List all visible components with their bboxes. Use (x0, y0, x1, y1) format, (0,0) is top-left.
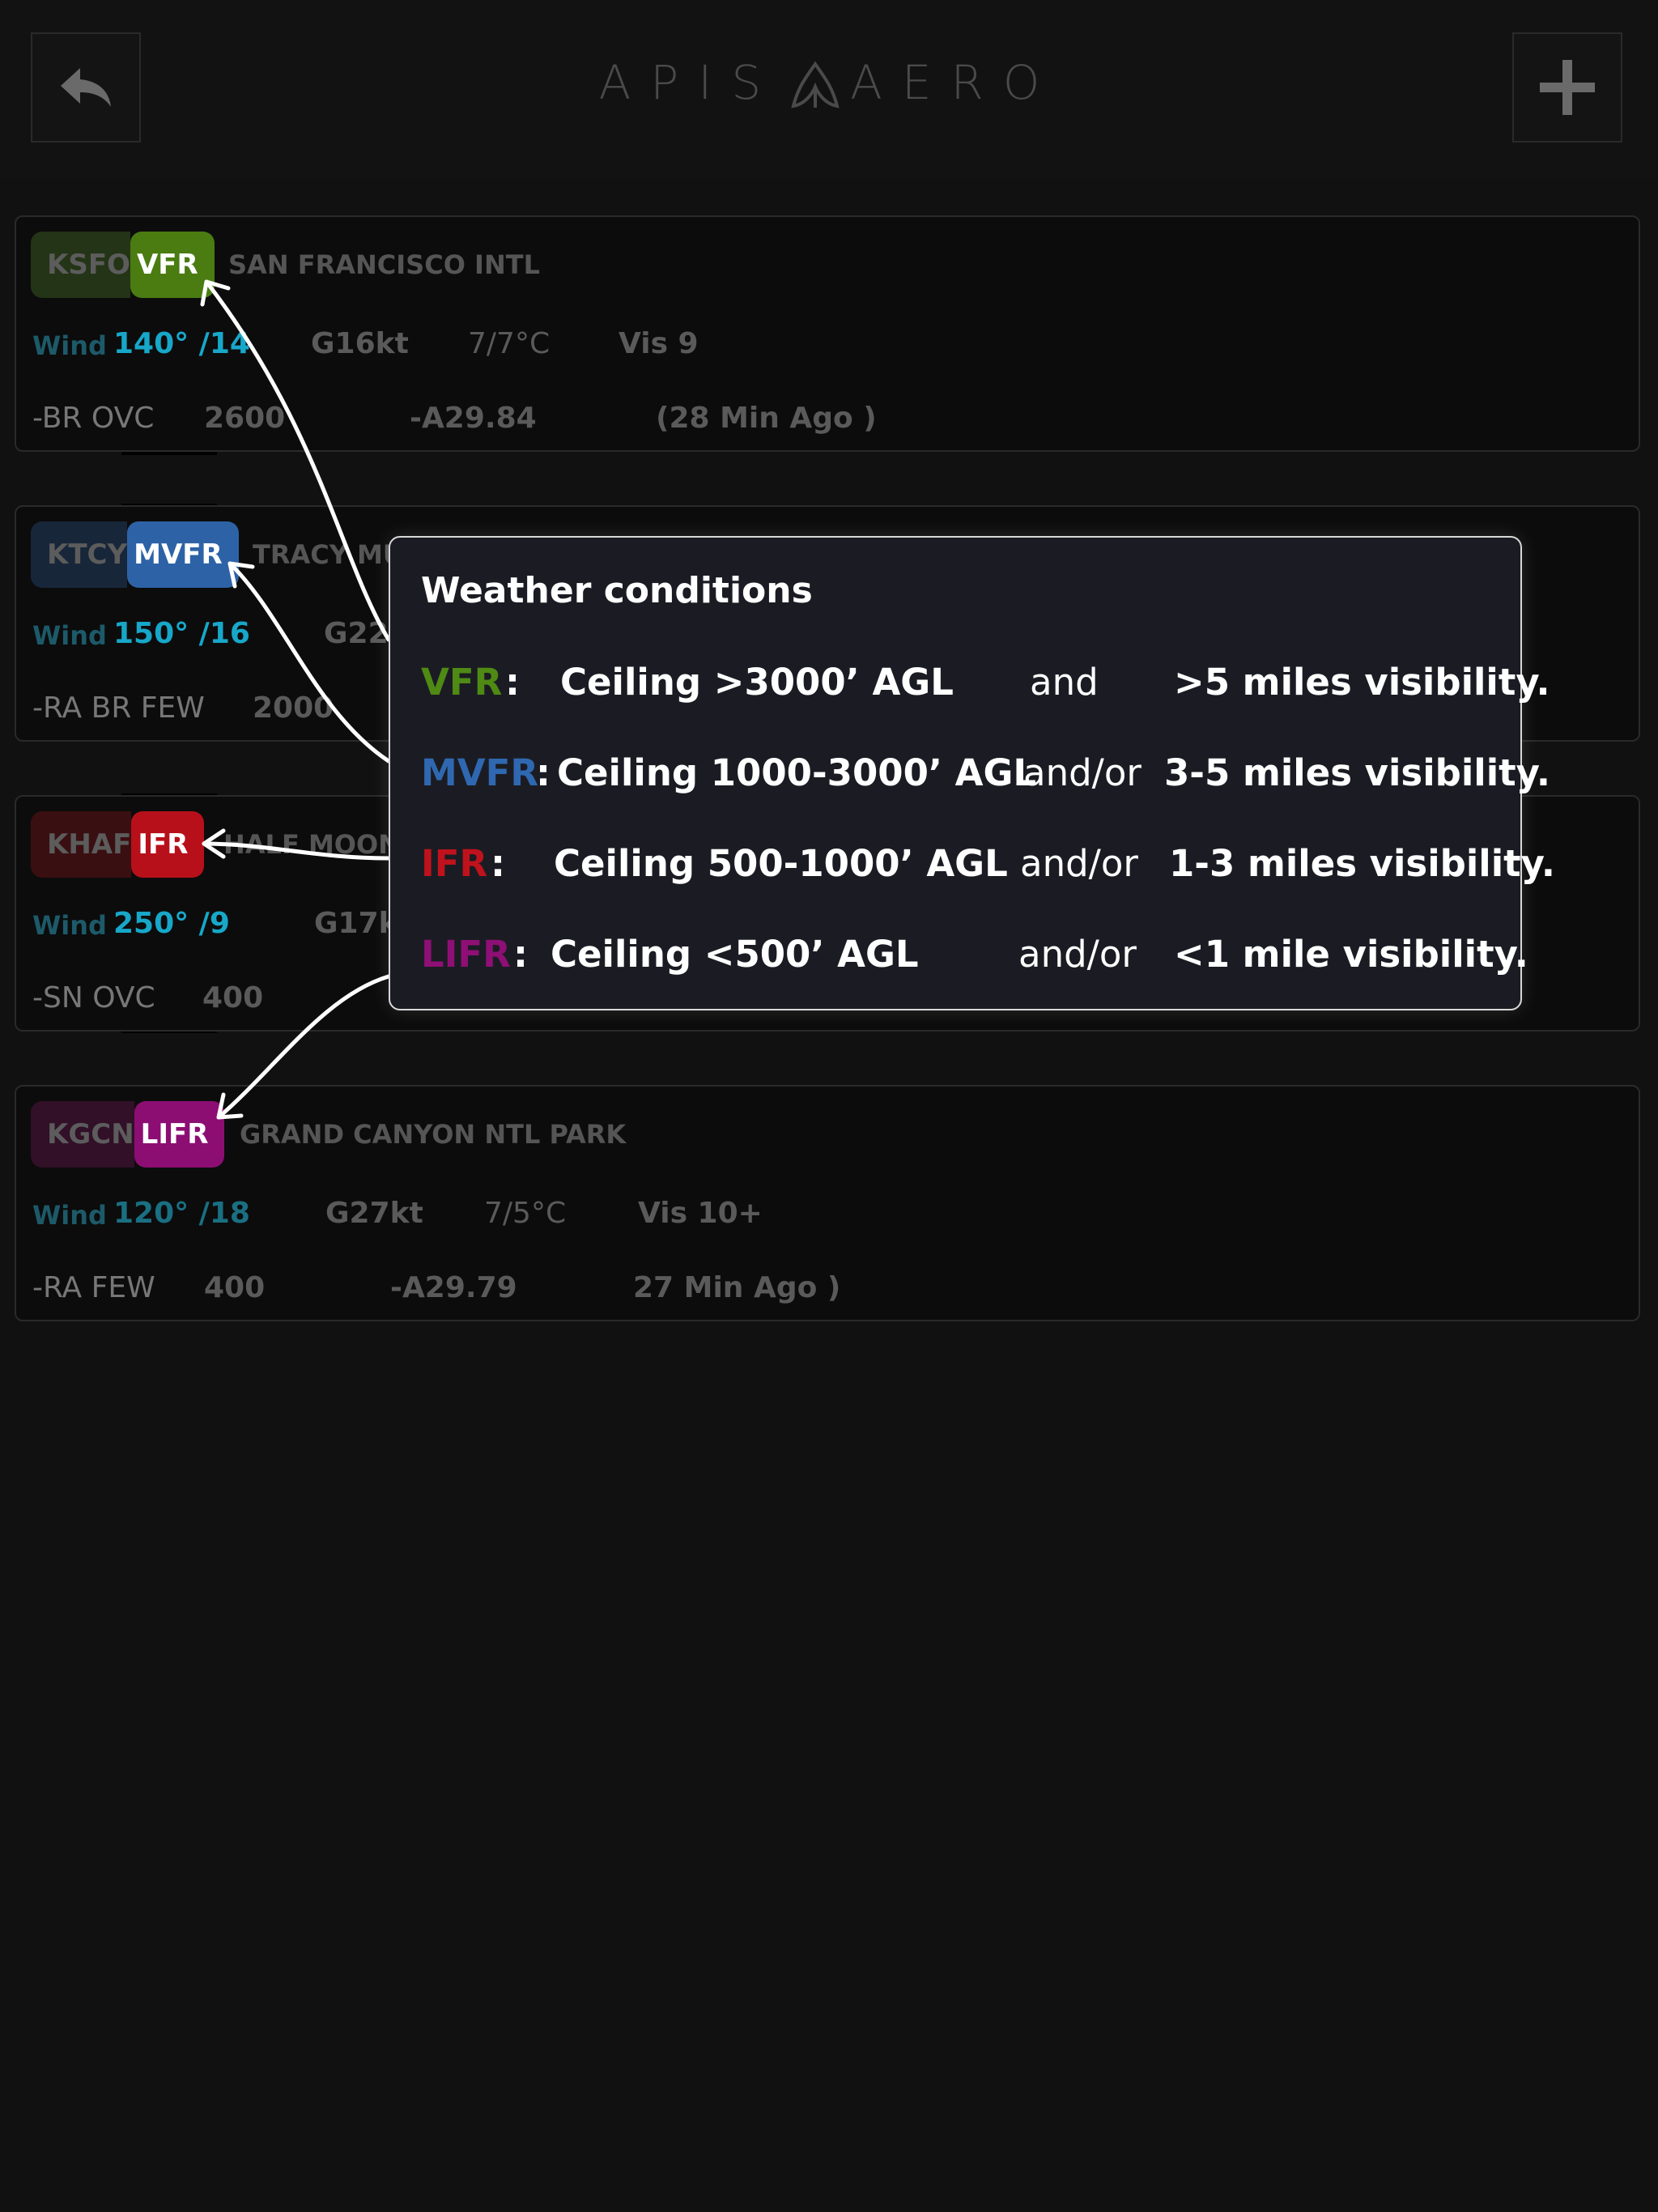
logo-text-left: APIS (598, 55, 781, 110)
altimeter: -A29.79 (390, 1271, 517, 1304)
airport-name: HALF MOON (223, 829, 400, 860)
wind-label: Wind (32, 620, 107, 651)
airport-name: TRACY MU (253, 539, 404, 570)
app-logo: APIS AERO (0, 55, 1658, 114)
airport-name: GRAND CANYON NTL PARK (240, 1119, 627, 1150)
gust-value: G16kt (311, 327, 409, 360)
wind-value: 140° /14 (113, 327, 250, 360)
temperature: 7/5°C (484, 1197, 567, 1230)
airport-name: SAN FRANCISCO INTL (228, 249, 540, 280)
visibility-rule: 3-5 miles visibility. (1164, 751, 1550, 794)
weather-code: -BR OVC (32, 402, 155, 435)
altimeter: -A29.84 (410, 402, 537, 435)
observation-age: 27 Min Ago ) (633, 1271, 841, 1304)
station-icao: KSFO (31, 232, 130, 298)
category-label: IFR (421, 842, 488, 885)
flight-category-badge: LIFR (134, 1101, 225, 1168)
popup-title: Weather conditions (421, 570, 813, 611)
plus-icon (1540, 60, 1595, 115)
ceiling-value: 400 (202, 981, 264, 1015)
category-label: MVFR (421, 751, 538, 794)
visibility-rule: <1 mile visibility. (1174, 933, 1528, 976)
station-card[interactable]: KSFO VFR SAN FRANCISCO INTL Wind 140° /1… (15, 215, 1640, 452)
visibility-rule: >5 miles visibility. (1174, 661, 1550, 704)
station-badge: KTCY MVFR (31, 521, 239, 588)
add-button[interactable] (1512, 32, 1622, 143)
weather-code: -RA FEW (32, 1271, 155, 1304)
weather-code: -SN OVC (32, 981, 155, 1015)
separator: : (491, 842, 505, 885)
station-badge: KSFO VFR (31, 232, 215, 298)
observation-age: (28 Min Ago ) (656, 402, 877, 435)
flight-category-badge: VFR (130, 232, 215, 298)
weather-conditions-popup: Weather conditions VFR : Ceiling >3000’ … (389, 536, 1555, 1010)
station-badge: KHAF IFR (31, 811, 205, 878)
conjunction: and/or (1018, 933, 1137, 976)
visibility: Vis 10+ (638, 1197, 763, 1230)
weather-code: -RA BR FEW (32, 691, 205, 725)
separator: : (536, 751, 551, 794)
ceiling-rule: Ceiling <500’ AGL (551, 933, 919, 976)
wind-label: Wind (32, 1200, 107, 1231)
station-icao: KGCN (31, 1101, 134, 1168)
legend-row-mvfr: MVFR : Ceiling 1000-3000’ AGL and/or 3-5… (421, 751, 1550, 800)
wind-value: 250° /9 (113, 907, 230, 940)
flight-category-badge: IFR (131, 811, 205, 878)
visibility-rule: 1-3 miles visibility. (1169, 842, 1555, 885)
ceiling-rule: Ceiling 500-1000’ AGL (554, 842, 1008, 885)
ceiling-rule: Ceiling >3000’ AGL (560, 661, 954, 704)
station-card[interactable]: KGCN LIFR GRAND CANYON NTL PARK Wind 120… (15, 1085, 1640, 1321)
ceiling-value: 400 (204, 1271, 266, 1304)
conjunction: and (1030, 661, 1099, 704)
apis-bee-logo-icon (791, 61, 840, 108)
app-header: APIS AERO (0, 0, 1658, 178)
station-icao: KTCY (31, 521, 128, 588)
legend-row-vfr: VFR : Ceiling >3000’ AGL and >5 miles vi… (421, 661, 1550, 709)
visibility: Vis 9 (619, 327, 699, 360)
logo-text-right: AERO (850, 55, 1060, 110)
wind-label: Wind (32, 910, 107, 941)
station-icao: KHAF (31, 811, 132, 878)
legend-row-lifr: LIFR : Ceiling <500’ AGL and/or <1 mile … (421, 933, 1528, 981)
ceiling-rule: Ceiling 1000-3000’ AGL (557, 751, 1037, 794)
separator: : (513, 933, 528, 976)
wind-value: 150° /16 (113, 617, 250, 650)
gust-value: G27kt (325, 1197, 423, 1230)
separator: : (505, 661, 520, 704)
conjunction: and/or (1023, 751, 1141, 794)
wind-label: Wind (32, 330, 107, 361)
temperature: 7/7°C (468, 327, 551, 360)
station-badge: KGCN LIFR (31, 1101, 225, 1168)
ceiling-value: 2000 (253, 691, 334, 725)
category-label: VFR (421, 661, 503, 704)
wind-value: 120° /18 (113, 1197, 250, 1230)
conjunction: and/or (1020, 842, 1138, 885)
legend-row-ifr: IFR : Ceiling 500-1000’ AGL and/or 1-3 m… (421, 842, 1555, 891)
ceiling-value: 2600 (204, 402, 286, 435)
flight-category-badge: MVFR (127, 521, 239, 588)
category-label: LIFR (421, 933, 511, 976)
